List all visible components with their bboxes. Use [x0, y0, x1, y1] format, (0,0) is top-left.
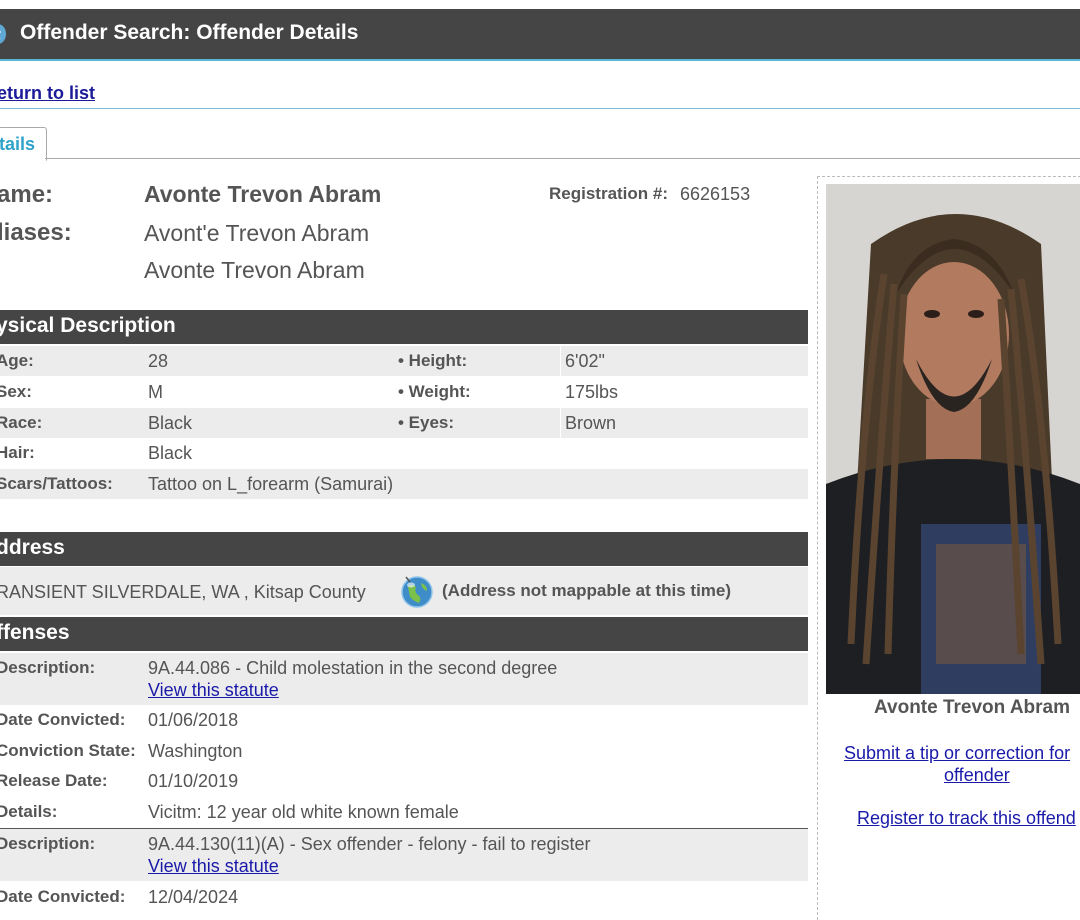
table-row: Scars/Tattoos: Tattoo on L_forearm (Samu…: [0, 469, 808, 499]
registration-number: 6626153: [680, 184, 751, 204]
eyes-label: • Eyes:: [398, 413, 455, 432]
globe-icon: [0, 24, 6, 44]
offender-name: Avonte Trevon Abram: [144, 181, 382, 207]
conviction-state-label: Conviction State:: [0, 741, 136, 760]
address-row: RANSIENT SILVERDALE, WA , Kitsap County …: [0, 567, 808, 615]
date-convicted-value: 01/06/2018: [148, 710, 239, 730]
table-row: Date Convicted: 01/06/2018: [0, 705, 808, 735]
description-label: Description:: [0, 834, 96, 853]
height-value: 6'02": [565, 351, 605, 371]
conviction-state-value: Washington: [148, 741, 243, 761]
physical-description-header: ysical Description: [0, 310, 808, 344]
offense-description: 9A.44.130(11)(A) - Sex offender - felony…: [148, 834, 591, 854]
sex-label: Sex:: [0, 382, 32, 401]
page-header: Offender Search: Offender Details: [0, 9, 1080, 61]
view-statute-link[interactable]: View this statute: [148, 680, 279, 701]
registration-label: Registration #:: [549, 184, 669, 203]
eyes-value: Brown: [565, 413, 617, 433]
table-row: Conviction State: Washington: [0, 736, 808, 766]
sex-value: M: [148, 382, 163, 402]
offense-description: 9A.44.086 - Child molestation in the sec…: [148, 658, 558, 678]
page-title: Offender Search: Offender Details: [20, 21, 359, 44]
photo-caption: Avonte Trevon Abram: [874, 697, 1071, 718]
return-to-list-link[interactable]: eturn to list: [0, 83, 95, 104]
table-row: Description: 9A.44.086 - Child molestati…: [0, 653, 808, 705]
divider: [0, 108, 1080, 109]
section-title: ffenses: [0, 621, 70, 644]
aliases-label: liases:: [0, 219, 72, 246]
address-map-note: (Address not mappable at this time): [442, 581, 732, 600]
age-value: 28: [148, 351, 169, 371]
scars-tattoos-label: Scars/Tattoos:: [0, 474, 113, 493]
submit-tip-link[interactable]: Submit a tip or correction for: [844, 743, 1070, 764]
tab-details[interactable]: tails: [0, 127, 47, 161]
scars-tattoos-value: Tattoo on L_forearm (Samurai): [148, 474, 394, 494]
date-convicted-label: Date Convicted:: [0, 710, 126, 729]
register-track-link[interactable]: Register to track this offend: [857, 808, 1076, 829]
hair-value: Black: [148, 443, 193, 463]
alias-item: Avonte Trevon Abram: [144, 257, 365, 283]
offenses-header: ffenses: [0, 617, 808, 651]
name-label: ame:: [0, 181, 54, 208]
description-label: Description:: [0, 658, 96, 677]
hair-label: Hair:: [0, 443, 35, 462]
date-convicted-value: 12/04/2024: [148, 887, 239, 907]
table-row: Hair: Black: [0, 438, 808, 468]
table-row: Description: 9A.44.130(11)(A) - Sex offe…: [0, 829, 808, 881]
details-label: Details:: [0, 802, 58, 821]
date-convicted-label: Date Convicted:: [0, 887, 126, 906]
table-row: Race: Black • Eyes: Brown: [0, 408, 808, 438]
release-date-label: Release Date:: [0, 771, 108, 790]
table-row: Details: Vicitm: 12 year old white known…: [0, 797, 808, 827]
view-statute-link[interactable]: View this statute: [148, 856, 279, 877]
weight-label: • Weight:: [398, 382, 471, 401]
table-row: Sex: M • Weight: 175lbs: [0, 377, 808, 407]
release-date-value: 01/10/2019: [148, 771, 239, 791]
section-title: ddress: [0, 536, 65, 559]
height-label: • Height:: [398, 351, 468, 370]
address-text: RANSIENT SILVERDALE, WA , Kitsap County: [0, 582, 366, 602]
globe-map-icon: [401, 576, 433, 608]
table-row: Age: 28 • Height: 6'02": [0, 346, 808, 376]
tab-divider: [45, 158, 1080, 159]
tab-details-label: tails: [0, 134, 36, 154]
age-label: Age:: [0, 351, 34, 370]
submit-tip-link-continued[interactable]: offender: [944, 765, 1010, 786]
table-row: Release Date: 01/10/2019: [0, 766, 808, 796]
alias-item: Avont'e Trevon Abram: [144, 220, 370, 246]
details-value: Vicitm: 12 year old white known female: [148, 802, 459, 822]
address-header: ddress: [0, 532, 808, 566]
table-row: Date Convicted: 12/04/2024: [0, 882, 808, 912]
weight-value: 175lbs: [565, 382, 619, 402]
race-value: Black: [148, 413, 193, 433]
section-title: ysical Description: [0, 314, 176, 337]
race-label: Race:: [0, 413, 43, 432]
offender-photo: [826, 184, 1080, 694]
